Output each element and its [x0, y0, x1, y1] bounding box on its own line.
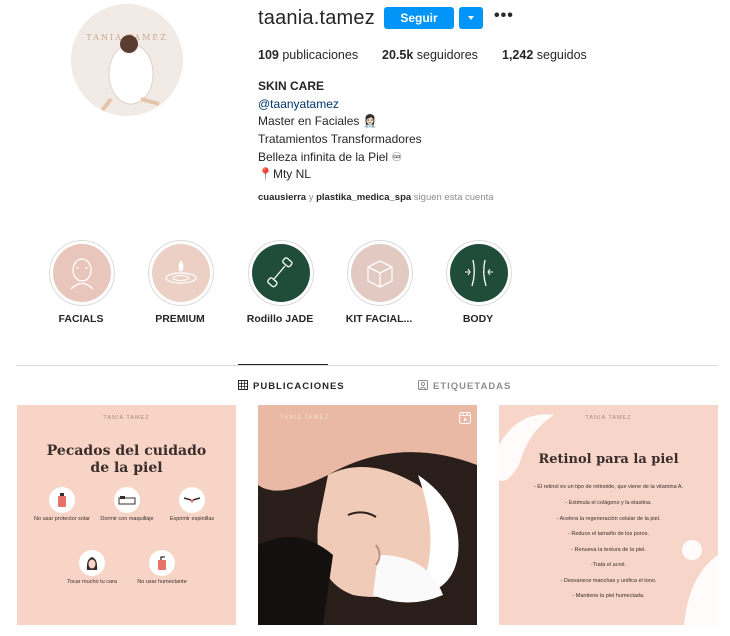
stat-followers[interactable]: 20.5k seguidores	[382, 48, 478, 62]
post-title: Retinol para la piel	[538, 452, 679, 467]
grid-icon	[238, 380, 248, 393]
tabs-divider	[16, 365, 718, 366]
tagged-icon	[418, 380, 428, 393]
list-item: - Renueva la textura de la piel.	[571, 546, 646, 553]
tip-label: Exprimir espinillas	[169, 516, 215, 522]
highlight-label: Rodillo JADE	[246, 313, 314, 325]
face-icon	[53, 244, 111, 302]
highlight-rodillo-jade[interactable]	[248, 240, 314, 306]
tab-label: PUBLICACIONES	[253, 381, 345, 392]
followed-by-user[interactable]: plastika_medica_spa	[316, 192, 411, 203]
face-touch-icon	[79, 550, 105, 576]
stat-followers-value: 20.5k	[382, 48, 414, 62]
followed-by-connector: y	[308, 192, 314, 203]
followed-by-user[interactable]: cuausierra	[258, 192, 306, 203]
list-item: - Acelera la regeneración celular de la …	[556, 515, 661, 522]
highlight-label: BODY	[462, 313, 494, 325]
tab-label: ETIQUETADAS	[433, 381, 512, 392]
tip-label: No usar protector solar	[34, 516, 90, 522]
profile-avatar[interactable]: TANIA TAMEZ	[71, 4, 183, 116]
tip-item: Tocar mucho tu cara	[62, 550, 122, 586]
list-item: -Trata el acné.	[590, 562, 627, 568]
droplet-icon	[152, 244, 210, 302]
highlight-body[interactable]	[446, 240, 512, 306]
jade-roller-icon	[252, 244, 310, 302]
highlight-facials[interactable]	[49, 240, 115, 306]
squeeze-icon	[179, 487, 205, 513]
post-photo	[258, 405, 477, 625]
tip-label: No usar humectante	[137, 579, 187, 585]
reel-icon	[459, 411, 471, 424]
body-icon	[450, 244, 508, 302]
stat-posts-value: 109	[258, 48, 279, 62]
avatar-photo: TANIA TAMEZ	[71, 4, 183, 116]
highlight-kit-facial[interactable]	[347, 240, 413, 306]
retinol-list: - El retinol es un tipo de retinoide, qu…	[509, 483, 708, 605]
more-options-icon[interactable]: •••	[494, 6, 516, 28]
stat-posts: 109 publicaciones	[258, 48, 358, 62]
tip-label: Dormir con maquillaje	[100, 516, 154, 522]
stat-following-value: 1,242	[502, 48, 534, 62]
post-logo: TANIA TAMEZ	[585, 415, 632, 421]
post-title-line: Pecados del cuidado	[46, 443, 207, 459]
post-tile[interactable]: TANIA TAMEZ Pecados del cuidado de la pi…	[17, 405, 236, 625]
post-logo: TANIA TAMEZ	[103, 415, 150, 421]
profile-username: taania.tamez	[258, 7, 375, 29]
tip-item: No usar humectante	[132, 550, 192, 586]
highlight-label: FACIALS	[58, 313, 104, 325]
post-tile[interactable]: TANIA TAMEZ Retinol para la piel - El re…	[499, 405, 718, 625]
list-item: - Estimula el colágeno y la elastina.	[565, 500, 652, 506]
bed-icon	[114, 487, 140, 513]
tab-publicaciones[interactable]: PUBLICACIONES	[238, 380, 345, 393]
stat-following-label: seguidos	[536, 48, 587, 62]
stat-following[interactable]: 1,242 seguidos	[502, 48, 587, 62]
highlight-label: KIT FACIAL...	[345, 313, 413, 325]
post-title: Pecados del cuidado de la piel	[17, 443, 236, 477]
stat-followers-label: seguidores	[416, 48, 478, 62]
followed-by-suffix: siguen esta cuenta	[413, 192, 494, 203]
box-icon	[351, 244, 409, 302]
bio-line: Tratamientos Transformadores	[258, 132, 422, 146]
highlight-label: PREMIUM	[155, 313, 205, 325]
list-item: - Reduce el tamaño de los poros.	[567, 531, 650, 537]
list-item: - El retinol es un tipo de retinoide, qu…	[533, 484, 684, 490]
sunscreen-icon	[49, 487, 75, 513]
post-tile[interactable]: TANIA TAMEZ	[258, 405, 477, 625]
post-watermark: TANIA TAMEZ	[280, 415, 330, 421]
tip-item: Dormir con maquillaje	[97, 487, 157, 523]
bio-line: 📍Mty NL	[258, 167, 311, 181]
bio-handle-link[interactable]: @taanyatamez	[258, 97, 339, 111]
stat-posts-label: publicaciones	[282, 48, 359, 62]
suggestions-dropdown-button[interactable]	[459, 7, 483, 29]
moisturizer-icon	[149, 550, 175, 576]
tip-label: Tocar mucho tu cara	[67, 579, 117, 585]
post-title-line: de la piel	[90, 460, 163, 476]
bio-line: Master en Faciales 👩🏻‍⚕️	[258, 114, 378, 128]
list-item: - Mantiene la piel humectada.	[572, 593, 645, 599]
tip-item: No usar protector solar	[32, 487, 92, 523]
followed-by[interactable]: cuausierra y plastika_medica_spa siguen …	[258, 192, 494, 203]
list-item: - Desvanece manchas y unifica el tono.	[560, 577, 657, 584]
follow-button[interactable]: Seguir	[384, 7, 454, 29]
bio-name: SKIN CARE	[258, 79, 325, 93]
bio-line: Belleza infinita de la Piel ♾	[258, 150, 403, 164]
tab-etiquetadas[interactable]: ETIQUETADAS	[418, 380, 511, 393]
tip-item: Exprimir espinillas	[162, 487, 222, 523]
highlight-premium[interactable]	[148, 240, 214, 306]
active-tab-indicator	[238, 364, 328, 365]
